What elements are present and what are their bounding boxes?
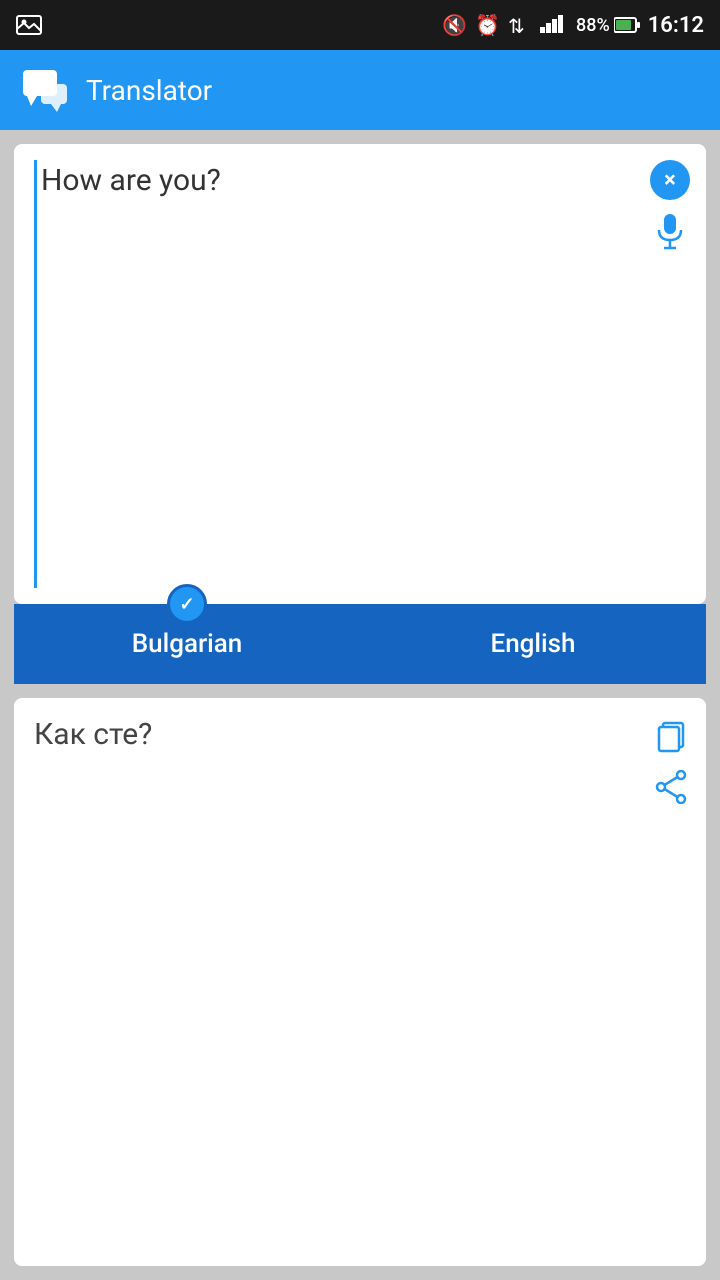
signal-icon — [540, 13, 568, 38]
input-text[interactable]: How are you? — [34, 160, 646, 588]
source-language-label: Bulgarian — [132, 629, 243, 659]
copy-button[interactable] — [650, 714, 692, 756]
microphone-icon — [655, 214, 685, 250]
chat-bubble-icon — [21, 66, 69, 114]
main-content: How are you? × ✓ Bulgarian English Как с… — [0, 130, 720, 1280]
app-title: Translator — [86, 74, 212, 107]
active-check-badge: ✓ — [167, 584, 207, 624]
microphone-button[interactable] — [650, 212, 690, 252]
image-icon — [16, 15, 42, 35]
target-language-label: English — [491, 629, 576, 659]
status-right: 🔇 ⏰ ⇅ 88% 16:12 — [442, 13, 704, 38]
status-bar: 🔇 ⏰ ⇅ 88% 16:12 — [0, 0, 720, 50]
battery-indicator: 88% — [576, 15, 640, 36]
app-logo — [20, 65, 70, 115]
source-language-button[interactable]: ✓ Bulgarian — [14, 604, 360, 684]
mute-icon: 🔇 — [442, 13, 467, 37]
status-left — [16, 15, 42, 35]
input-card: How are you? × — [14, 144, 706, 604]
app-bar: Translator — [0, 50, 720, 130]
language-bar: ✓ Bulgarian English — [14, 604, 706, 684]
svg-text:⇅: ⇅ — [508, 15, 525, 35]
clock: 16:12 — [648, 13, 704, 38]
output-text: Как сте? — [34, 714, 646, 756]
alarm-icon: ⏰ — [475, 13, 500, 37]
clear-button[interactable]: × — [650, 160, 690, 200]
sync-icon: ⇅ — [508, 15, 532, 35]
battery-percentage: 88% — [576, 15, 610, 36]
copy-icon — [653, 717, 689, 753]
share-button[interactable] — [650, 766, 692, 808]
output-card: Как сте? — [14, 698, 706, 1266]
share-icon — [654, 770, 688, 804]
battery-icon — [614, 17, 640, 33]
target-language-button[interactable]: English — [360, 604, 706, 684]
